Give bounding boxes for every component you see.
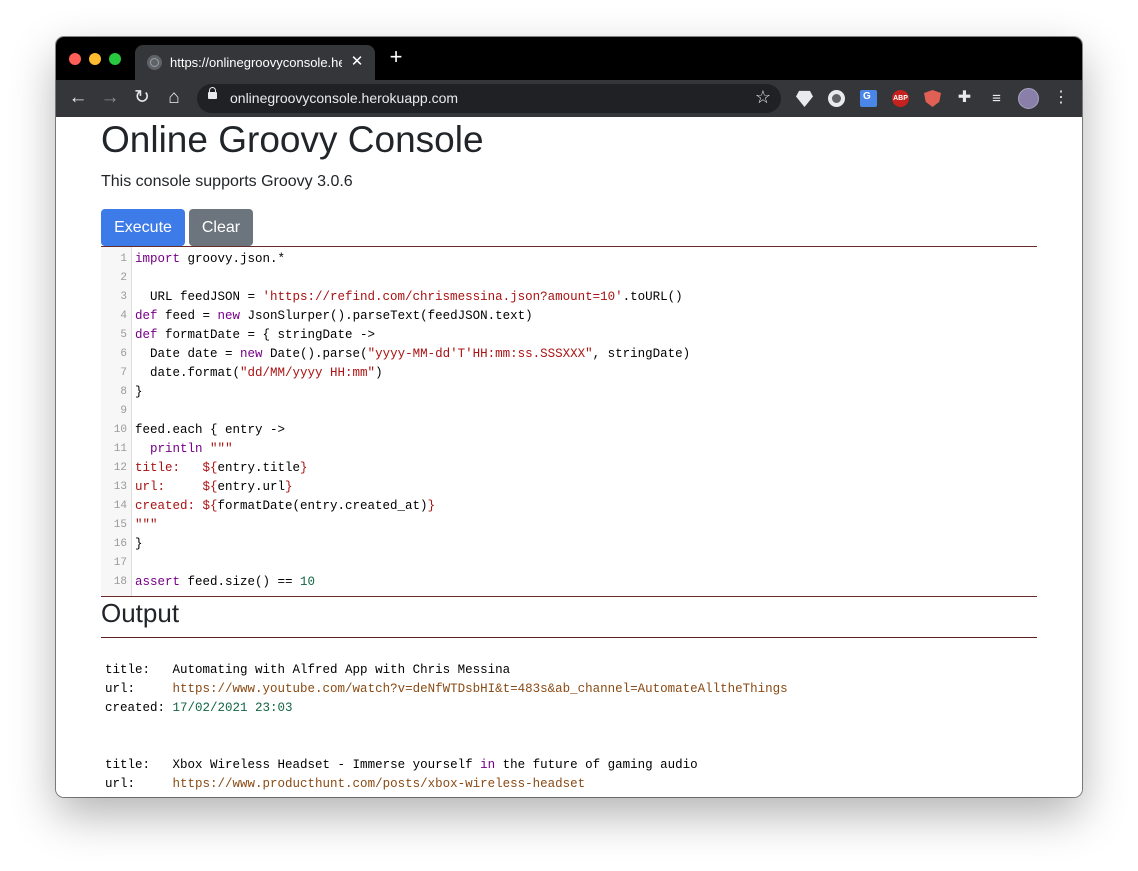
code-line[interactable]: 13 url: ${entry.url}	[101, 479, 1037, 498]
line-number: 18	[113, 576, 127, 588]
code-text[interactable]: date.format("dd/MM/yyyy HH:mm")	[135, 366, 383, 380]
home-button[interactable]: ⌂	[163, 87, 185, 109]
maximize-window-button[interactable]	[109, 53, 121, 65]
code-text[interactable]: """	[135, 518, 158, 532]
code-line[interactable]: 4 def feed = new JsonSlurper().parseText(…	[101, 308, 1037, 327]
code-line[interactable]: 8}	[101, 384, 1037, 403]
code-line[interactable]: 17	[101, 555, 1037, 574]
execute-button[interactable]: Execute	[101, 209, 185, 246]
output-line: url: https://www.producthunt.com/posts/x…	[105, 777, 586, 791]
browser-toolbar: ← → ↻ ⌂ onlinegroovyconsole.herokuapp.co…	[56, 80, 1082, 117]
avatar[interactable]	[1018, 88, 1039, 109]
code-text[interactable]: assert feed.size() == 10	[135, 575, 315, 589]
output-line: title: Xbox Wireless Headset - Immerse y…	[105, 758, 698, 772]
page-viewport: Online Groovy Console This console suppo…	[56, 117, 1082, 797]
circle-record-icon[interactable]	[828, 90, 845, 107]
line-number: 3	[120, 291, 127, 303]
line-number: 10	[113, 424, 127, 436]
tab-title: https://onlinegroovyconsole.herokuapp.co…	[170, 55, 342, 70]
puzzle-extension-icon[interactable]: ✚	[956, 89, 973, 106]
code-line[interactable]: 7 date.format("dd/MM/yyyy HH:mm")	[101, 365, 1037, 384]
code-line[interactable]: 5 def formatDate = { stringDate ->	[101, 327, 1037, 346]
output-divider	[101, 637, 1037, 638]
code-line[interactable]: 18 assert feed.size() == 10	[101, 574, 1037, 593]
clear-button[interactable]: Clear	[189, 209, 253, 246]
page-subtitle: This console supports Groovy 3.0.6	[101, 173, 353, 190]
code-text[interactable]: url: ${entry.url}	[135, 480, 293, 494]
code-line[interactable]: 12 title: ${entry.title}	[101, 460, 1037, 479]
line-number: 9	[120, 405, 127, 417]
code-text[interactable]: def feed = new JsonSlurper().parseText(f…	[135, 309, 533, 323]
browser-tab[interactable]: https://onlinegroovyconsole.herokuapp.co…	[135, 45, 375, 80]
line-number: 14	[113, 500, 127, 512]
code-text[interactable]: def formatDate = { stringDate ->	[135, 328, 375, 342]
output-line: url: https://www.youtube.com/watch?v=deN…	[105, 682, 788, 696]
line-number: 8	[120, 386, 127, 398]
adblock-plus-icon[interactable]: ABP	[892, 90, 909, 107]
code-editor[interactable]: 1 import groovy.json.* 2 3 URL feedJSON = '…	[101, 247, 1037, 596]
globe-icon	[147, 55, 162, 70]
line-number: 17	[113, 557, 127, 569]
tab-bar: https://onlinegroovyconsole.herokuapp.co…	[56, 37, 1082, 80]
code-line[interactable]: 16}	[101, 536, 1037, 555]
code-line[interactable]: 6 Date date = new Date().parse("yyyy-MM-…	[101, 346, 1037, 365]
line-number: 11	[113, 443, 127, 455]
address-text[interactable]: onlinegroovyconsole.herokuapp.com	[230, 90, 458, 106]
code-line[interactable]: 15 """	[101, 517, 1037, 536]
code-text[interactable]: title: ${entry.title}	[135, 461, 308, 475]
line-number: 15	[113, 519, 127, 531]
output-line: created: 17/02/2021 23:03	[105, 701, 293, 715]
code-text[interactable]: Date date = new Date().parse("yyyy-MM-dd…	[135, 347, 690, 361]
code-text[interactable]: }	[135, 385, 143, 399]
line-number: 2	[120, 272, 127, 284]
page-title: Online Groovy Console	[101, 119, 484, 160]
new-tab-button[interactable]: +	[386, 46, 406, 68]
close-window-button[interactable]	[69, 53, 81, 65]
code-line[interactable]: 3 URL feedJSON = 'https://refind.com/chr…	[101, 289, 1037, 308]
code-line[interactable]: 10 feed.each { entry ->	[101, 422, 1037, 441]
output-line: title: Automating with Alfred App with C…	[105, 663, 511, 677]
code-text[interactable]: println """	[135, 442, 233, 456]
code-text[interactable]: import groovy.json.*	[135, 252, 285, 266]
line-number: 7	[120, 367, 127, 379]
lock-icon[interactable]	[208, 87, 217, 99]
code-line[interactable]: 14 created: ${formatDate(entry.created_at…	[101, 498, 1037, 517]
editor-bottom-border	[101, 596, 1037, 597]
line-number: 6	[120, 348, 127, 360]
line-number: 1	[120, 253, 127, 265]
back-button[interactable]: ←	[67, 87, 89, 109]
code-text[interactable]: }	[135, 537, 143, 551]
bookmark-star-icon[interactable]: ☆	[755, 87, 771, 108]
code-line[interactable]: 9	[101, 403, 1037, 422]
code-text[interactable]: created: ${formatDate(entry.created_at)}	[135, 499, 435, 513]
line-number: 16	[113, 538, 127, 550]
menu-icon[interactable]: ⋮	[1053, 87, 1069, 109]
close-icon[interactable]: ✕	[348, 52, 366, 70]
output-heading: Output	[101, 598, 180, 628]
media-queue-icon[interactable]: ≡	[988, 90, 1005, 107]
code-line[interactable]: 1 import groovy.json.*	[101, 251, 1037, 270]
minimize-window-button[interactable]	[89, 53, 101, 65]
google-translate-icon[interactable]	[860, 90, 877, 107]
line-number: 4	[120, 310, 127, 322]
code-line[interactable]: 2	[101, 270, 1037, 289]
code-text[interactable]: feed.each { entry ->	[135, 423, 285, 437]
code-line[interactable]: 11 println """	[101, 441, 1037, 460]
reload-button[interactable]: ↻	[131, 87, 153, 109]
browser-window: https://onlinegroovyconsole.herokuapp.co…	[56, 37, 1082, 797]
line-number: 12	[113, 462, 127, 474]
code-text[interactable]: URL feedJSON = 'https://refind.com/chris…	[135, 290, 683, 304]
line-number: 5	[120, 329, 127, 341]
address-bar[interactable]: onlinegroovyconsole.herokuapp.com ☆	[197, 84, 781, 113]
shield-icon[interactable]	[924, 90, 941, 107]
gem-icon[interactable]	[796, 90, 813, 107]
line-number: 13	[113, 481, 127, 493]
forward-button[interactable]: →	[99, 87, 121, 109]
